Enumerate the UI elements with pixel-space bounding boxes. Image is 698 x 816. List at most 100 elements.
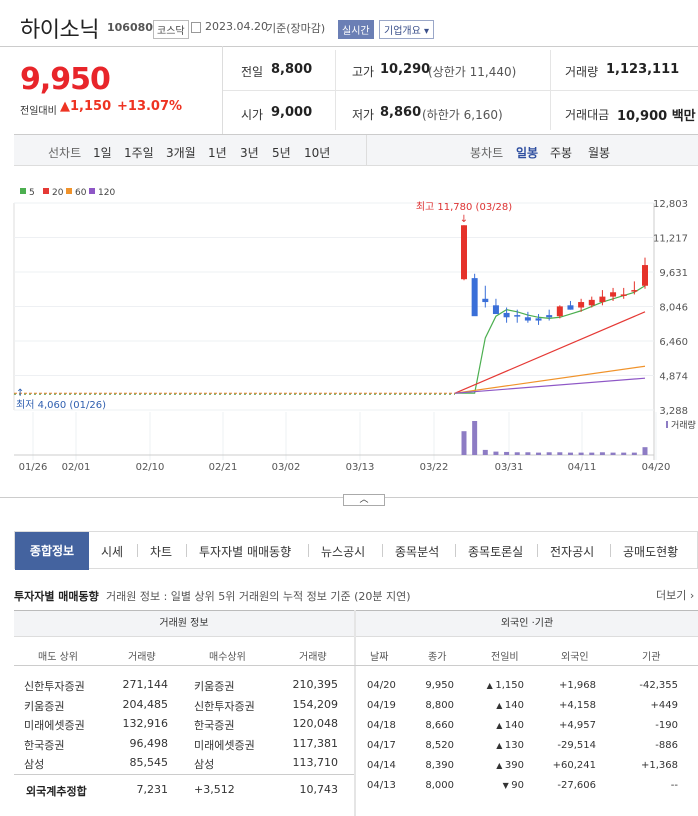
more-link[interactable]: 더보기 › xyxy=(656,587,694,603)
up-triangle-icon: ▲ xyxy=(496,701,505,710)
divider xyxy=(223,90,698,91)
stock-name: 하이소닉 xyxy=(20,18,99,43)
divider xyxy=(366,135,367,166)
daily-foreign: +1,968 xyxy=(558,680,596,691)
daily-change: ▲ 390 xyxy=(468,760,524,771)
daily-change: ▲ 130 xyxy=(468,740,524,751)
candle-body xyxy=(556,306,563,317)
daily-date: 04/20 xyxy=(367,680,396,691)
foreign-estimate-sell: 7,231 xyxy=(136,783,169,796)
daily-date: 04/18 xyxy=(367,720,396,731)
tab-disclosure[interactable]: 전자공시 xyxy=(550,543,594,560)
daily-close: 8,800 xyxy=(425,700,454,711)
tab-chart[interactable]: 차트 xyxy=(150,543,172,560)
divider xyxy=(0,46,698,47)
period-10y[interactable]: 10년 xyxy=(304,144,330,161)
high-value: 10,290 xyxy=(380,62,431,77)
down-arrow-icon: ↓ xyxy=(460,214,468,225)
daily-institution: -- xyxy=(670,780,678,791)
tab-analysis[interactable]: 종목분석 xyxy=(395,543,439,560)
sell-broker: 삼성 xyxy=(24,758,45,771)
period-1d[interactable]: 1일 xyxy=(93,144,112,161)
down-triangle-icon: ▼ xyxy=(502,781,512,790)
volume-bar xyxy=(642,447,648,455)
chevron-right-icon: › xyxy=(686,589,695,602)
amount-value: 10,900 백만 xyxy=(617,109,696,124)
tab-news[interactable]: 뉴스공시 xyxy=(321,543,365,560)
company-overview-dropdown[interactable]: 기업개요 ▾ xyxy=(379,20,435,39)
daily-close: 8,390 xyxy=(425,760,454,771)
volume-bar xyxy=(525,452,531,455)
y-tick-label: 9,631 xyxy=(659,268,688,279)
foreign-estimate-buy: 10,743 xyxy=(299,783,339,796)
legend-label: 120 xyxy=(98,188,115,198)
tab-investor[interactable]: 투자자별 매매동향 xyxy=(199,543,291,560)
sell-volume: 85,545 xyxy=(129,756,169,769)
legend-swatch xyxy=(43,188,49,194)
chevron-up-icon: ︿ xyxy=(359,495,369,505)
x-tick-label: 03/02 xyxy=(272,462,301,473)
table-column-headers: 매도 상위 거래량 매수상위 거래량 날짜 종가 전일비 외국인 기관 xyxy=(14,640,698,666)
buy-broker: 신한투자증권 xyxy=(194,699,255,713)
legend-label: 60 xyxy=(75,188,87,198)
low-value: 8,860 xyxy=(380,105,422,120)
sell-volume: 204,485 xyxy=(122,697,169,711)
chart-collapse-button[interactable]: ︿ xyxy=(343,494,385,506)
period-5y[interactable]: 5년 xyxy=(272,144,291,161)
daily-date: 04/14 xyxy=(367,760,396,771)
col-buy-volume: 거래량 xyxy=(299,652,327,663)
volume-bar xyxy=(536,452,542,455)
volume-label: 거래량 xyxy=(565,65,599,79)
tab-discussion[interactable]: 종목토론실 xyxy=(468,543,523,560)
foreign-estimate-label: 외국계추정합 xyxy=(26,785,87,798)
line-chart-label: 선차트 xyxy=(48,146,82,160)
candle-body xyxy=(567,305,574,310)
tab-separator xyxy=(186,544,187,557)
x-tick-label: 02/21 xyxy=(209,462,238,473)
y-tick-label: 3,288 xyxy=(659,406,688,417)
period-3m[interactable]: 3개월 xyxy=(166,144,196,161)
legend-label: 20 xyxy=(52,188,64,198)
volume-bar xyxy=(482,449,488,455)
candle-daily[interactable]: 일봉 xyxy=(516,144,538,161)
candle-monthly[interactable]: 월봉 xyxy=(588,144,610,161)
daily-foreign: -29,514 xyxy=(557,740,596,751)
volume-bar xyxy=(504,451,510,455)
candle-body xyxy=(482,298,489,303)
x-tick-label: 03/13 xyxy=(346,462,375,473)
daily-foreign: +4,158 xyxy=(558,700,596,711)
stock-chart[interactable]: 5 20 60 120 12,803 11,217 9,631 8,046 6,460 4,874… xyxy=(0,170,698,500)
tab-separator xyxy=(537,544,538,557)
tab-summary[interactable]: 종합정보 xyxy=(15,532,89,570)
period-3y[interactable]: 3년 xyxy=(240,144,259,161)
ma60-line xyxy=(454,365,646,394)
candle-weekly[interactable]: 주봉 xyxy=(550,144,572,161)
volume-bar xyxy=(599,452,605,455)
buy-volume: 113,710 xyxy=(292,756,339,769)
col-close: 종가 xyxy=(428,652,447,663)
investor-description: 거래원 정보 : 일별 상위 5위 거래원의 누적 정보 기준 (20분 지연) xyxy=(106,590,411,603)
y-tick-label: 4,874 xyxy=(659,371,688,382)
candle-body xyxy=(535,318,542,321)
buy-volume: 210,395 xyxy=(292,678,339,691)
y-tick-label: 6,460 xyxy=(659,337,688,348)
buy-broker: 미래에셋증권 xyxy=(194,738,255,752)
volume-bar xyxy=(631,452,637,455)
sell-volume: 271,144 xyxy=(122,678,169,691)
chart-controls: 선차트 1일 1주일 3개월 1년 3년 5년 10년 봉차트 일봉 주봉 월봉 xyxy=(14,134,698,166)
tab-separator xyxy=(308,544,309,557)
chevron-down-icon: ▾ xyxy=(424,26,430,37)
col-sell-top: 매도 상위 xyxy=(38,652,78,663)
daily-close: 8,520 xyxy=(425,740,454,751)
volume-value: 1,123,111 xyxy=(606,62,680,77)
tab-price[interactable]: 시세 xyxy=(101,543,123,560)
tab-short-selling[interactable]: 공매도현황 xyxy=(623,543,678,560)
volume-bar xyxy=(589,452,595,455)
volume-bar xyxy=(514,452,520,455)
daily-foreign: +60,241 xyxy=(552,760,596,771)
period-1w[interactable]: 1주일 xyxy=(124,144,154,161)
max-price-label: 최고 11,780 (03/28) xyxy=(416,201,512,213)
period-1y[interactable]: 1년 xyxy=(208,144,227,161)
realtime-button[interactable]: 실시간 xyxy=(338,20,374,39)
volume-bar xyxy=(493,451,499,455)
